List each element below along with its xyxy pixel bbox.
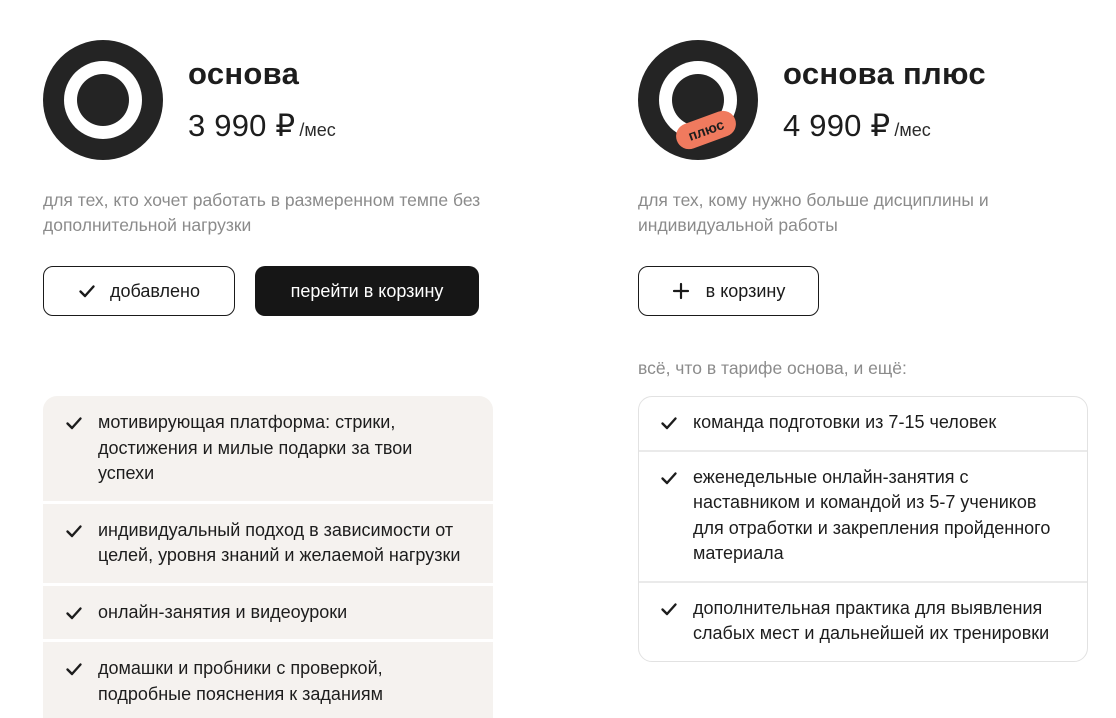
feature-item: домашки и пробники с проверкой, подробны… — [43, 642, 493, 718]
check-icon — [66, 663, 82, 676]
feature-text: еженедельные онлайн-занятия с наставнико… — [693, 466, 1051, 564]
added-button[interactable]: добавлено — [43, 266, 235, 316]
feature-text: онлайн-занятия и видеоуроки — [98, 601, 348, 622]
feature-list: команда подготовки из 7-15 человек ежене… — [638, 396, 1088, 662]
check-icon — [661, 602, 677, 615]
feature-item: еженедельные онлайн-занятия с наставнико… — [639, 452, 1087, 583]
feature-item: онлайн-занятия и видеоуроки — [43, 585, 493, 639]
plan-card-osnova: основа 3 990 ₽/мес для тех, кто хочет ра… — [43, 0, 495, 718]
feature-item: дополнительная практика для выявления сл… — [639, 583, 1087, 661]
plus-icon — [672, 282, 689, 300]
add-to-cart-button[interactable]: в корзину — [638, 266, 819, 316]
plan-period: /мес — [894, 120, 931, 140]
feature-text: домашки и пробники с проверкой, подробны… — [98, 658, 384, 704]
price-row: 4 990 ₽/мес — [783, 108, 931, 144]
check-icon — [66, 606, 82, 619]
feature-item: команда подготовки из 7-15 человек — [639, 397, 1087, 452]
feature-list: мотивирующая платформа: стрики, достижен… — [43, 396, 493, 718]
add-to-cart-label: в корзину — [705, 280, 786, 301]
check-icon — [661, 417, 677, 430]
check-icon — [661, 471, 677, 484]
plan-card-osnova-plus: плюс основа плюс 4 990 ₽/мес для тех, ко… — [638, 0, 1088, 662]
plan-description: для тех, кому нужно больше дисциплины и … — [638, 190, 989, 235]
feature-text: мотивирующая платформа: стрики, достижен… — [98, 412, 413, 483]
feature-text: дополнительная практика для выявления сл… — [693, 597, 1050, 644]
go-to-cart-label: перейти в корзину — [290, 280, 444, 301]
feature-text: индивидуальный подход в зависимости от ц… — [98, 519, 461, 566]
plan-plus-logo-icon: плюс — [638, 40, 758, 160]
plan-header: основа 3 990 ₽/мес — [43, 0, 495, 180]
plan-name: основа плюс — [783, 56, 986, 91]
added-button-label: добавлено — [109, 280, 201, 301]
check-icon — [66, 417, 82, 430]
pricing-page: основа 3 990 ₽/мес для тех, кто хочет ра… — [0, 0, 1116, 718]
plan-price: 3 990 ₽ — [188, 108, 296, 143]
plan-logo-icon — [43, 40, 163, 160]
plan-header: плюс основа плюс 4 990 ₽/мес — [638, 0, 1088, 180]
plan-price: 4 990 ₽ — [783, 108, 891, 143]
plan-name: основа — [188, 56, 300, 91]
price-row: 3 990 ₽/мес — [188, 108, 336, 144]
plan-period: /мес — [299, 120, 336, 140]
go-to-cart-button[interactable]: перейти в корзину — [255, 266, 479, 316]
feature-text: команда подготовки из 7-15 человек — [693, 412, 997, 432]
feature-item: мотивирующая платформа: стрики, достижен… — [43, 396, 493, 501]
check-icon — [79, 285, 95, 298]
extra-features-label: всё, что в тарифе основа, и ещё: — [638, 358, 907, 378]
plan-description: для тех, кто хочет работать в размеренно… — [43, 190, 481, 235]
feature-item: индивидуальный подход в зависимости от ц… — [43, 503, 493, 583]
check-icon — [66, 524, 82, 537]
